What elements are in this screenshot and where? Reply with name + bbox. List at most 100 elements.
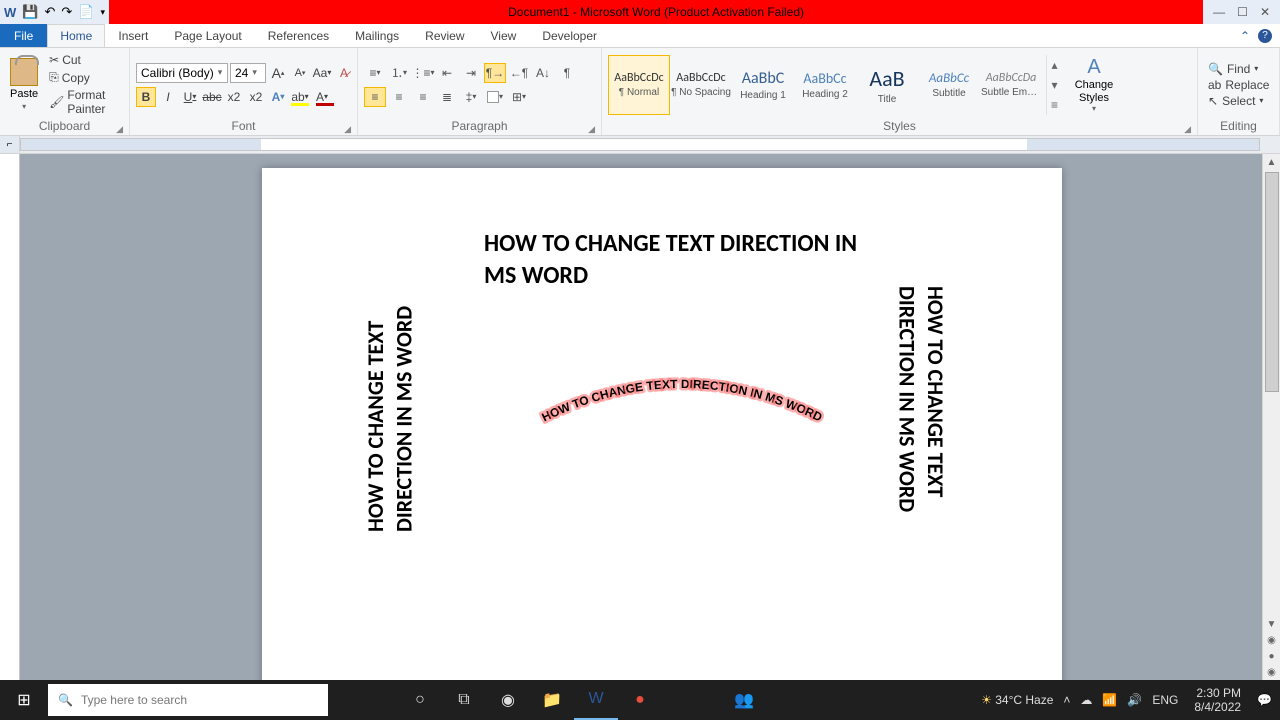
weather-widget[interactable]: ☀ 34°C Haze	[981, 693, 1053, 707]
tab-developer[interactable]: Developer	[529, 24, 610, 47]
cut-button[interactable]: ✂Cut	[46, 52, 123, 68]
shading-button[interactable]: ▾	[484, 87, 506, 107]
font-size-combo[interactable]: 24▾	[230, 63, 266, 83]
style--no-spacing[interactable]: AaBbCcDc¶ No Spacing	[670, 55, 732, 115]
tab-selector[interactable]: ⌐	[0, 136, 20, 153]
redo-icon[interactable]: ↷	[61, 4, 72, 20]
cortana-icon[interactable]: ○	[398, 680, 442, 720]
scroll-down-icon[interactable]: ▼	[1263, 616, 1280, 632]
paste-dropdown-icon[interactable]: ▾	[22, 102, 26, 111]
file-tab[interactable]: File	[0, 24, 47, 47]
style-subtle-emp-[interactable]: AaBbCcDaSubtle Emp...	[980, 55, 1042, 115]
language-indicator[interactable]: ENG	[1152, 693, 1178, 707]
style--normal[interactable]: AaBbCcDc¶ Normal	[608, 55, 670, 115]
task-view-icon[interactable]: ⧉	[442, 680, 486, 720]
superscript-button[interactable]: x2	[246, 87, 266, 107]
align-center-button[interactable]: ≡	[388, 87, 410, 107]
taskbar-search[interactable]: 🔍 Type here to search	[48, 684, 328, 716]
shrink-font-button[interactable]: A▾	[290, 63, 310, 83]
save-icon[interactable]: 💾	[22, 4, 38, 20]
line-spacing-button[interactable]: ‡▾	[460, 87, 482, 107]
bullets-button[interactable]: ≡▾	[364, 63, 386, 83]
italic-button[interactable]: I	[158, 87, 178, 107]
styles-dialog-launcher[interactable]: ◢	[1184, 124, 1191, 135]
underline-button[interactable]: U▾	[180, 87, 200, 107]
qat-item-icon[interactable]: 📄	[78, 4, 94, 20]
onedrive-icon[interactable]: ☁	[1080, 693, 1092, 707]
network-icon[interactable]: 📶	[1102, 693, 1117, 707]
rtl-direction-button[interactable]: ←¶	[508, 63, 530, 83]
notifications-icon[interactable]: 💬	[1257, 693, 1272, 707]
taskbar-clock[interactable]: 2:30 PM 8/4/2022	[1188, 686, 1247, 715]
tray-chevron-icon[interactable]: ˄	[1063, 693, 1070, 707]
vertical-ruler[interactable]	[0, 154, 20, 680]
prev-page-icon[interactable]: ◉	[1263, 632, 1280, 648]
change-styles-button[interactable]: A Change Styles ▾	[1066, 56, 1122, 112]
document-area[interactable]: HOW TO CHANGE TEXT DIRECTION IN MS WORD …	[20, 154, 1280, 680]
sort-button[interactable]: A↓	[532, 63, 554, 83]
multilevel-list-button[interactable]: ⋮≡▾	[412, 63, 434, 83]
highlight-button[interactable]: ab▾	[290, 87, 310, 107]
show-marks-button[interactable]: ¶	[556, 63, 578, 83]
replace-button[interactable]: abReplace	[1208, 78, 1269, 92]
subscript-button[interactable]: x2	[224, 87, 244, 107]
vertical-scrollbar[interactable]: ▲ ▼ ◉ ● ◉	[1262, 154, 1280, 680]
decrease-indent-button[interactable]: ⇤	[436, 63, 458, 83]
paragraph-dialog-launcher[interactable]: ◢	[588, 124, 595, 135]
tab-view[interactable]: View	[478, 24, 530, 47]
minimize-ribbon-icon[interactable]: ⌃	[1240, 29, 1250, 43]
borders-button[interactable]: ⊞▾	[508, 87, 530, 107]
justify-button[interactable]: ≣	[436, 87, 458, 107]
select-button[interactable]: ↖Select▾	[1208, 94, 1269, 108]
minimize-button[interactable]: —	[1213, 5, 1225, 19]
clipboard-dialog-launcher[interactable]: ◢	[116, 124, 123, 135]
increase-indent-button[interactable]: ⇥	[460, 63, 482, 83]
style-heading-2[interactable]: AaBbCcHeading 2	[794, 55, 856, 115]
find-button[interactable]: 🔍Find▾	[1208, 62, 1269, 76]
tab-references[interactable]: References	[255, 24, 342, 47]
font-color-button[interactable]: A▾	[312, 87, 332, 107]
scrollbar-thumb[interactable]	[1265, 172, 1279, 392]
align-left-button[interactable]: ≡	[364, 87, 386, 107]
start-button[interactable]: ⊞	[0, 680, 48, 720]
browse-object-icon[interactable]: ●	[1263, 648, 1280, 664]
style-heading-1[interactable]: AaBbCHeading 1	[732, 55, 794, 115]
font-dialog-launcher[interactable]: ◢	[344, 124, 351, 135]
font-name-combo[interactable]: Calibri (Body)▾	[136, 63, 228, 83]
paste-button[interactable]: Paste ▾	[6, 56, 42, 113]
styles-gallery-more[interactable]: ▴▾≡	[1046, 55, 1062, 115]
tab-home[interactable]: Home	[47, 24, 105, 47]
tab-review[interactable]: Review	[412, 24, 477, 47]
format-painter-button[interactable]: 🖌Format Painter	[46, 87, 123, 117]
change-case-button[interactable]: Aa▾	[312, 63, 332, 83]
next-page-icon[interactable]: ◉	[1263, 664, 1280, 680]
tab-mailings[interactable]: Mailings	[342, 24, 412, 47]
volume-icon[interactable]: 🔊	[1127, 693, 1142, 707]
bold-button[interactable]: B	[136, 87, 156, 107]
people-icon[interactable]: 👥	[722, 680, 766, 720]
chrome-icon[interactable]: ◉	[486, 680, 530, 720]
close-button[interactable]: ✕	[1260, 5, 1270, 19]
file-explorer-icon[interactable]: 📁	[530, 680, 574, 720]
strikethrough-button[interactable]: abc	[202, 87, 222, 107]
grow-font-button[interactable]: A▴	[268, 63, 288, 83]
horizontal-ruler[interactable]	[20, 138, 1260, 151]
word-taskbar-icon[interactable]: W	[574, 680, 618, 720]
tab-page-layout[interactable]: Page Layout	[161, 24, 254, 47]
copy-button[interactable]: ⎘Copy	[46, 69, 123, 86]
tab-insert[interactable]: Insert	[105, 24, 161, 47]
numbering-button[interactable]: ⒈▾	[388, 63, 410, 83]
undo-icon[interactable]: ↶	[44, 4, 55, 20]
group-clipboard: Paste ▾ ✂Cut ⎘Copy 🖌Format Painter Clipb…	[0, 48, 130, 135]
scroll-up-icon[interactable]: ▲	[1263, 154, 1280, 170]
align-right-button[interactable]: ≡	[412, 87, 434, 107]
qat-dropdown-icon[interactable]: ▾	[100, 7, 105, 18]
style-subtitle[interactable]: AaBbCcSubtitle	[918, 55, 980, 115]
maximize-button[interactable]: ☐	[1237, 5, 1248, 19]
ltr-direction-button[interactable]: ¶→	[484, 63, 506, 83]
style-title[interactable]: AaBTitle	[856, 55, 918, 115]
recording-icon[interactable]: ●	[618, 680, 662, 720]
text-effects-button[interactable]: A▾	[268, 87, 288, 107]
clear-formatting-button[interactable]: A̷	[334, 63, 354, 83]
help-icon[interactable]: ?	[1258, 29, 1272, 43]
